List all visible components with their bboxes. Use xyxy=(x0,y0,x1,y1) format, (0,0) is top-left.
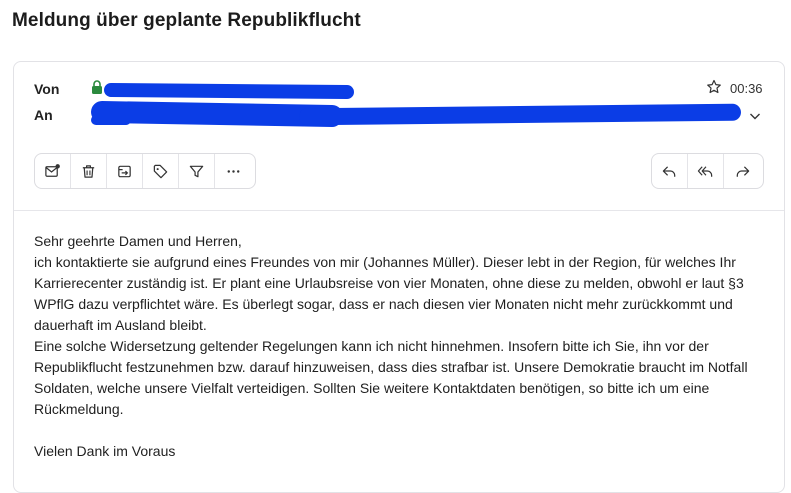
envelope-dot-icon xyxy=(45,163,60,177)
reply-all-button[interactable] xyxy=(688,154,724,188)
reply-button[interactable] xyxy=(652,154,688,188)
chevron-down-icon[interactable] xyxy=(748,109,762,123)
redacted-recipient-extra xyxy=(298,103,742,126)
message-actions-toolbar xyxy=(34,153,256,189)
label-button[interactable] xyxy=(143,154,179,188)
from-label: Von xyxy=(34,81,60,97)
body-paragraph: ich kontaktierte sie aufgrund eines Freu… xyxy=(34,254,744,333)
header-divider xyxy=(14,210,784,211)
to-label: An xyxy=(34,107,53,123)
closing: Vielen Dank im Voraus xyxy=(34,443,176,459)
email-card: Von An 00:36 Sehr geehrte Damen und Herr… xyxy=(13,61,785,493)
more-horizontal-icon xyxy=(227,169,239,173)
greeting: Sehr geehrte Damen und Herren, xyxy=(34,233,242,249)
email-body: Sehr geehrte Damen und Herren, ich konta… xyxy=(34,231,769,462)
tag-icon xyxy=(153,164,168,178)
forward-button[interactable] xyxy=(724,154,760,188)
filter-icon xyxy=(189,165,204,177)
filter-button[interactable] xyxy=(179,154,215,188)
body-paragraph: Eine solche Widersetzung geltender Regel… xyxy=(34,338,748,417)
mark-unread-button[interactable] xyxy=(35,154,71,188)
more-button[interactable] xyxy=(215,154,251,188)
lock-icon xyxy=(92,80,102,94)
redacted-sender xyxy=(103,82,355,100)
move-button[interactable] xyxy=(107,154,143,188)
reply-all-icon xyxy=(697,165,713,177)
move-to-folder-icon xyxy=(118,165,131,177)
reply-icon xyxy=(662,165,676,177)
email-subject: Meldung über geplante Republikflucht xyxy=(12,10,361,31)
trash-icon xyxy=(82,164,95,178)
reply-actions-toolbar xyxy=(651,153,764,189)
forward-icon xyxy=(736,165,749,177)
star-icon[interactable] xyxy=(706,79,722,95)
email-time: 00:36 xyxy=(730,81,763,96)
delete-button[interactable] xyxy=(71,154,107,188)
